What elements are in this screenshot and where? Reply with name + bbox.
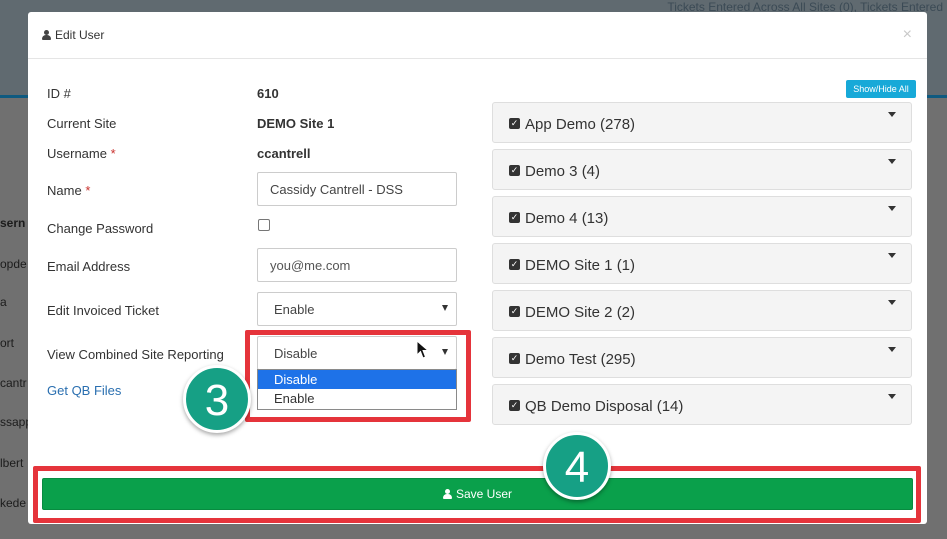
email-label: Email Address: [47, 259, 131, 274]
username-label: Username *: [47, 146, 116, 161]
site-panel[interactable]: ✓ DEMO Site 1 (1): [492, 243, 912, 284]
edit-invoiced-select[interactable]: Enable: [257, 292, 457, 326]
site-label: Demo 3 (4): [525, 163, 601, 180]
username-label-text: Username: [47, 146, 107, 161]
site-label: Demo 4 (13): [525, 210, 609, 227]
site-label: App Demo (278): [525, 116, 636, 133]
site-label: DEMO Site 2 (2): [525, 304, 636, 321]
get-qb-files-link[interactable]: Get QB Files: [47, 383, 121, 398]
current-site-value: DEMO Site 1: [257, 116, 335, 131]
id-label: ID #: [47, 86, 71, 101]
caret-down-icon[interactable]: [888, 159, 896, 164]
user-icon: [42, 30, 51, 40]
site-checkbox[interactable]: ✓: [509, 353, 520, 364]
site-checkbox[interactable]: ✓: [509, 306, 520, 317]
background-row: opde: [0, 257, 27, 271]
caret-down-icon[interactable]: [888, 112, 896, 117]
site-checkbox[interactable]: ✓: [509, 118, 520, 129]
name-input[interactable]: [257, 172, 457, 206]
modal-title-text: Edit User: [55, 28, 105, 42]
site-panel[interactable]: ✓ Demo 4 (13): [492, 196, 912, 237]
site-panel[interactable]: ✓ QB Demo Disposal (14): [492, 384, 912, 425]
background-row: ort: [0, 336, 15, 350]
edit-user-modal: Edit User × ID # 610 Current Site DEMO S…: [28, 12, 927, 524]
combined-reporting-label: View Combined Site Reporting: [47, 347, 224, 362]
site-label: QB Demo Disposal (14): [525, 398, 684, 415]
background-row: cantr: [0, 376, 27, 390]
modal-header: Edit User ×: [28, 12, 927, 59]
site-panel[interactable]: ✓ DEMO Site 2 (2): [492, 290, 912, 331]
background-column-header: sern: [0, 216, 26, 230]
edit-invoiced-selected: Enable: [274, 302, 315, 317]
current-site-label: Current Site: [47, 116, 117, 131]
name-label-text: Name: [47, 183, 82, 198]
name-label: Name *: [47, 183, 90, 198]
site-panel[interactable]: ✓ App Demo (278): [492, 102, 912, 143]
id-value: 610: [257, 86, 279, 101]
email-input[interactable]: [257, 248, 457, 282]
modal-title: Edit User: [42, 28, 104, 42]
highlight-box-save: [33, 466, 921, 523]
edit-invoiced-label: Edit Invoiced Ticket: [47, 303, 159, 318]
username-value: ccantrell: [257, 146, 311, 161]
caret-down-icon[interactable]: [888, 347, 896, 352]
site-panel[interactable]: ✓ Demo 3 (4): [492, 149, 912, 190]
step-3-badge: 3: [183, 365, 251, 433]
site-label: Demo Test (295): [525, 351, 636, 368]
caret-down-icon[interactable]: [888, 206, 896, 211]
background-row: kede: [0, 496, 27, 510]
close-icon[interactable]: ×: [903, 26, 912, 44]
caret-down-icon[interactable]: [888, 300, 896, 305]
site-checkbox[interactable]: ✓: [509, 259, 520, 270]
background-row: lbert: [0, 456, 24, 470]
site-panel[interactable]: ✓ Demo Test (295): [492, 337, 912, 378]
step-4-badge: 4: [543, 432, 611, 500]
highlight-box-dropdown: [245, 330, 471, 422]
change-password-label: Change Password: [47, 221, 154, 236]
site-checkbox[interactable]: ✓: [509, 212, 520, 223]
show-hide-all-button[interactable]: Show/Hide All: [846, 80, 916, 98]
required-mark: *: [110, 146, 116, 161]
change-password-checkbox[interactable]: [258, 219, 270, 231]
site-checkbox[interactable]: ✓: [509, 165, 520, 176]
caret-down-icon[interactable]: [888, 253, 896, 258]
required-mark: *: [85, 183, 91, 198]
site-label: DEMO Site 1 (1): [525, 257, 636, 274]
chevron-down-icon: [442, 305, 448, 311]
caret-down-icon[interactable]: [888, 394, 896, 399]
site-checkbox[interactable]: ✓: [509, 400, 520, 411]
background-row: a: [0, 295, 7, 309]
